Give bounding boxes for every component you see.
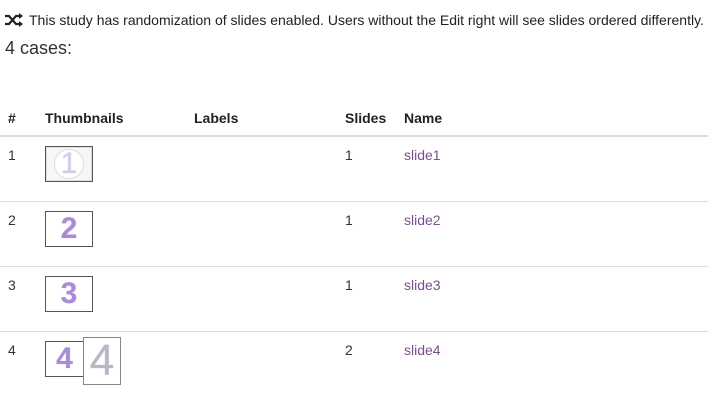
table-header-row: # Thumbnails Labels Slides Name — [0, 99, 708, 137]
header-thumbnails[interactable]: Thumbnails — [37, 99, 186, 137]
case-number: 2 — [0, 200, 37, 266]
slide-link[interactable]: slide1 — [404, 147, 441, 163]
header-slides[interactable]: Slides — [337, 99, 396, 137]
slide-link[interactable]: slide2 — [404, 212, 441, 228]
thumbnail-digit: 4 — [56, 341, 73, 375]
thumbnail-digit: 1 — [60, 147, 78, 180]
labels-cell — [186, 200, 337, 266]
case-number: 4 — [0, 330, 37, 396]
header-labels[interactable]: Labels — [186, 99, 337, 137]
slides-count: 1 — [337, 265, 396, 331]
slide-thumbnail[interactable]: 4 — [45, 340, 83, 377]
case-number: 1 — [8, 147, 16, 163]
name-cell: slide3 — [396, 265, 708, 331]
slide-link[interactable]: slide4 — [404, 342, 441, 358]
name-cell: slide2 — [396, 200, 708, 266]
labels-cell — [186, 136, 337, 201]
randomization-notice: This study has randomization of slides e… — [4, 10, 708, 30]
labels-cell — [186, 265, 337, 331]
thumbnail-digit: 3 — [60, 276, 78, 310]
table-row: 4 4 4 2 slide4 — [0, 330, 708, 396]
randomization-notice-text: This study has randomization of slides e… — [29, 12, 704, 28]
table-row: 1 1 1 slide1 — [0, 136, 708, 201]
thumbnail-circle: 1 — [54, 149, 84, 179]
slides-count: 1 — [337, 200, 396, 266]
name-cell: slide1 — [396, 136, 708, 201]
shuffle-icon — [5, 13, 23, 27]
thumbnail-digit: 4 — [89, 336, 115, 385]
case-number: 3 — [0, 265, 37, 331]
header-number[interactable]: # — [0, 99, 37, 137]
slide-link[interactable]: slide3 — [404, 277, 441, 293]
table-row: 2 2 1 slide2 — [0, 200, 708, 266]
slides-count: 1 — [345, 147, 353, 163]
thumbnails-cell: 1 — [37, 136, 186, 201]
cases-table: # Thumbnails Labels Slides Name 1 1 1 sl… — [0, 99, 708, 396]
name-cell: slide4 — [396, 330, 708, 396]
slide-thumbnail[interactable]: 3 — [45, 275, 93, 312]
slides-count: 2 — [337, 330, 396, 396]
slide-thumbnail[interactable]: 4 — [83, 336, 121, 385]
thumbnails-cell: 3 — [37, 265, 186, 331]
cases-count: 4 cases: — [5, 38, 73, 58]
slide-thumbnail[interactable]: 1 — [45, 146, 93, 182]
header-name[interactable]: Name — [396, 99, 708, 137]
thumbnails-cell: 2 — [37, 200, 186, 266]
table-row: 3 3 1 slide3 — [0, 265, 708, 331]
thumbnail-digit: 2 — [60, 211, 78, 245]
slide-thumbnail[interactable]: 2 — [45, 210, 93, 247]
thumbnails-cell: 4 4 — [37, 330, 186, 396]
labels-cell — [186, 330, 337, 396]
